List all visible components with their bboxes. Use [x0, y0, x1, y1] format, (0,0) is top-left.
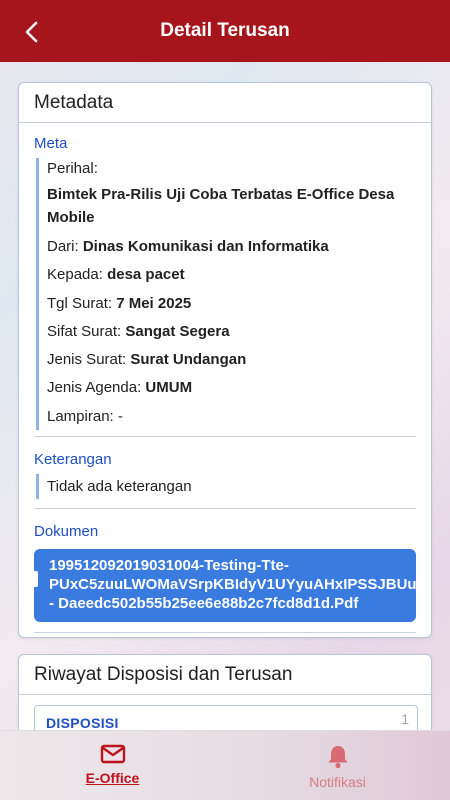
document-filename-line1: 199512092019031004-Testing-Tte- [49, 556, 289, 574]
bell-icon [328, 746, 347, 769]
keterangan-block: Tidak ada keterangan [36, 473, 416, 499]
back-button[interactable] [12, 12, 52, 52]
bottom-navigation: E-Office Notifikasi [0, 730, 450, 800]
field-value: Sangat Segera [125, 322, 230, 340]
field-jenis-agenda: Jenis Agenda: UMUM [47, 378, 416, 406]
nav-label-e-office: E-Office [85, 770, 140, 786]
field-value: desa pacet [107, 266, 185, 284]
meta-section-title: Meta [34, 135, 68, 152]
perihal-value-line1: Bimtek Pra-Rilis Uji Coba Terbatas E-Off… [47, 186, 395, 203]
field-label: Tgl Surat: [47, 294, 113, 312]
disposisi-count: 1 [401, 711, 409, 727]
field-jenis-surat: Jenis Surat: Surat Undangan [47, 350, 416, 378]
disposisi-label: DISPOSISI [46, 715, 119, 731]
field-value: 7 Mei 2025 [116, 294, 192, 312]
app-bar: Detail Terusan [0, 0, 450, 62]
field-dari: Dari: Dinas Komunikasi dan Informatika [47, 237, 416, 265]
document-file-button[interactable]: 199512092019031004-Testing-Tte- PUxC5zuu… [34, 548, 416, 622]
field-label: Jenis Surat: [47, 351, 127, 369]
perihal-value-line2: Mobile [47, 209, 95, 226]
nav-item-e-office[interactable]: E-Office [0, 731, 225, 800]
nav-item-notifikasi[interactable]: Notifikasi [225, 731, 450, 800]
field-value: UMUM [145, 379, 193, 397]
perihal-value: Bimtek Pra-Rilis Uji Coba Terbatas E-Off… [47, 183, 416, 229]
field-sifat-surat: Sifat Surat: Sangat Segera [47, 322, 416, 350]
field-value: - [117, 407, 123, 425]
history-card-title: Riwayat Disposisi dan Terusan [19, 655, 431, 695]
section-divider [34, 631, 416, 633]
field-lampiran: Lampiran: - [47, 407, 416, 426]
page-title: Detail Terusan [160, 20, 290, 41]
document-filename-line3: - Daeedc502b55b25ee6e88b2c7fcd8d1d.Pdf [49, 594, 359, 612]
nav-label-notifikasi: Notifikasi [309, 774, 366, 790]
metadata-card: Metadata Meta Perihal: Bimtek Pra-Rilis … [18, 82, 432, 638]
metadata-card-title: Metadata [19, 83, 431, 123]
mail-icon [100, 744, 125, 764]
field-label: Sifat Surat: [47, 322, 122, 340]
field-label: Dari: [47, 238, 79, 255]
field-label: Kepada: [47, 266, 103, 284]
field-label: Jenis Agenda: [47, 379, 142, 397]
field-kepada: Kepada: desa pacet [47, 265, 416, 293]
dokumen-section-title: Dokumen [34, 522, 99, 540]
perihal-label: Perihal: [47, 160, 98, 177]
field-value: Dinas Komunikasi dan Informatika [82, 238, 329, 255]
field-value: Surat Undangan [130, 351, 247, 369]
document-filename-line2: PUxC5zuuLWOMaVSrpKBIdyV1UYyuAHxIPSSJBUuk… [49, 575, 416, 593]
keterangan-section-title: Keterangan [34, 450, 112, 468]
field-label: Lampiran: [47, 407, 114, 425]
meta-fields: Perihal: Bimtek Pra-Rilis Uji Coba Terba… [36, 158, 416, 430]
keterangan-value: Tidak ada keterangan [47, 477, 192, 495]
chevron-left-icon [25, 21, 38, 43]
field-tgl-surat: Tgl Surat: 7 Mei 2025 [47, 294, 416, 322]
